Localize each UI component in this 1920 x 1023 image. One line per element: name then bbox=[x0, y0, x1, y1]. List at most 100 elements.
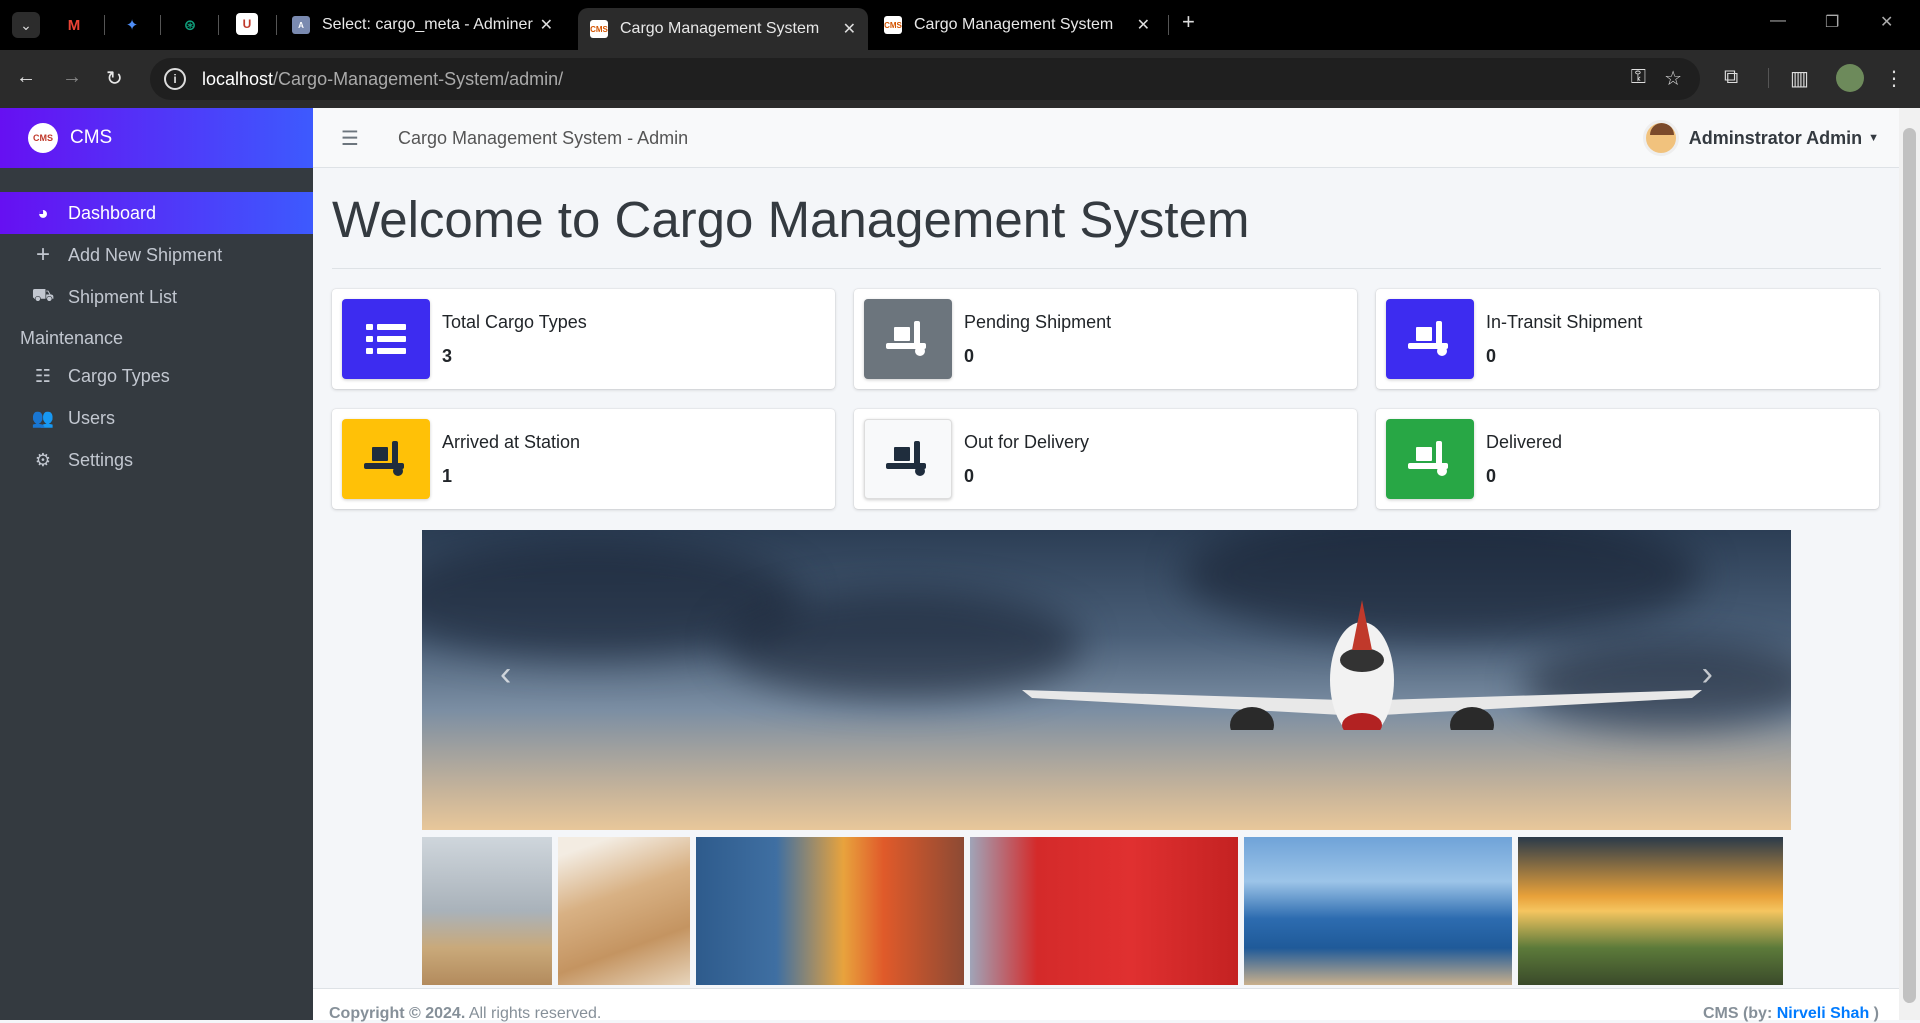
main-header: ☰ Cargo Management System - Admin Admins… bbox=[313, 108, 1899, 168]
restore-icon[interactable]: ❐ bbox=[1825, 12, 1839, 32]
side-panel-icon[interactable]: ▥ bbox=[1790, 66, 1809, 91]
brand-logo-icon: CMS bbox=[28, 123, 58, 153]
close-tab-icon[interactable]: ✕ bbox=[1137, 15, 1150, 35]
close-tab-icon[interactable]: ✕ bbox=[843, 19, 856, 39]
omnibox[interactable]: i localhost/Cargo-Management-System/admi… bbox=[150, 58, 1700, 100]
gemini-pinned-tab-icon[interactable]: ✦ bbox=[120, 13, 144, 37]
profile-avatar[interactable] bbox=[1836, 64, 1864, 92]
user-dropdown[interactable]: Adminstrator Admin ▼ bbox=[1642, 120, 1879, 156]
cms-favicon-icon: CMS bbox=[884, 16, 902, 34]
list-icon bbox=[342, 299, 430, 379]
image-carousel: ‹ › bbox=[422, 530, 1791, 830]
tab-title: Cargo Management System bbox=[620, 20, 820, 37]
sidebar-item-label: Settings bbox=[68, 449, 134, 470]
info-box-label: In-Transit Shipment bbox=[1486, 312, 1643, 332]
browser-menu-icon[interactable]: ⋮ bbox=[1884, 66, 1904, 91]
cogs-icon: ⚙ bbox=[34, 449, 52, 470]
footer-credit: CMS (by: Nirveli Shah ) bbox=[1702, 1005, 1879, 1022]
hamburger-menu-icon[interactable]: ☰ bbox=[341, 126, 359, 151]
app-title: Cargo Management System - Admin bbox=[398, 128, 689, 148]
truck-sunset-image bbox=[1518, 837, 1783, 985]
dolly-icon bbox=[864, 299, 952, 379]
tab-cargo[interactable]: CMS Cargo Management System ✕ bbox=[872, 8, 1162, 42]
dolly-icon bbox=[342, 419, 430, 499]
reload-icon[interactable]: ↻ bbox=[106, 66, 123, 91]
dolly-icon: ⛟ bbox=[31, 285, 55, 305]
sidebar-item-label: Users bbox=[68, 407, 116, 428]
site-info-icon[interactable]: i bbox=[164, 68, 186, 90]
airplane-image bbox=[1022, 600, 1702, 730]
dolly-icon bbox=[1386, 299, 1474, 379]
info-box-label: Out for Delivery bbox=[964, 432, 1090, 452]
sidebar-item-label: Add New Shipment bbox=[68, 244, 223, 265]
minimize-icon[interactable]: — bbox=[1770, 12, 1786, 30]
sidebar-item-settings[interactable]: ⚙ Settings bbox=[0, 439, 313, 481]
adminer-favicon-icon: A bbox=[292, 16, 310, 34]
dolly-icon bbox=[864, 419, 952, 499]
info-box-label: Arrived at Station bbox=[442, 432, 581, 452]
info-box-number: 0 bbox=[1486, 346, 1497, 366]
extensions-icon[interactable]: ⧉ bbox=[1724, 66, 1738, 89]
close-tab-icon[interactable]: ✕ bbox=[540, 15, 553, 35]
plus-icon: + bbox=[35, 241, 50, 268]
dolly-icon bbox=[1386, 419, 1474, 499]
sidebar-item-users[interactable]: 👥 Users bbox=[0, 397, 313, 439]
forward-icon[interactable]: → bbox=[62, 66, 82, 89]
worker-containers-image bbox=[696, 837, 964, 985]
address-bar-row: ← → ↻ i localhost/Cargo-Management-Syste… bbox=[0, 50, 1920, 108]
back-icon[interactable]: ← bbox=[16, 66, 36, 89]
info-box-number: 0 bbox=[964, 466, 975, 486]
bookmark-star-icon[interactable]: ☆ bbox=[1664, 66, 1682, 91]
brand-link[interactable]: CMS CMS bbox=[0, 108, 313, 168]
sidebar-item-cargo-types[interactable]: ☷ Cargo Types bbox=[0, 355, 313, 397]
info-box-label: Pending Shipment bbox=[964, 312, 1112, 332]
info-box-label: Delivered bbox=[1486, 432, 1563, 452]
info-box-number: 1 bbox=[442, 466, 453, 486]
th-list-icon: ☷ bbox=[34, 365, 52, 386]
author-link[interactable]: Nirveli Shah bbox=[1777, 1005, 1869, 1022]
sidebar-item-add-shipment[interactable]: + Add New Shipment bbox=[0, 234, 313, 276]
info-box-number: 0 bbox=[1486, 466, 1497, 486]
carousel-next-icon[interactable]: › bbox=[1702, 655, 1713, 694]
tab-cargo-active[interactable]: CMS Cargo Management System ✕ bbox=[578, 8, 868, 50]
sidebar-item-shipment-list[interactable]: ⛟ Shipment List bbox=[0, 276, 313, 318]
tab-search-button[interactable]: ⌄ bbox=[12, 12, 40, 38]
footer-copyright: Copyright © 2024. All rights reserved. bbox=[329, 1005, 602, 1022]
tab-title: Cargo Management System bbox=[914, 16, 1114, 33]
delivery-signature-image bbox=[970, 837, 1238, 985]
info-box-in-transit: In-Transit Shipment 0 bbox=[1376, 289, 1879, 389]
info-box-delivered: Delivered 0 bbox=[1376, 409, 1879, 509]
url-text[interactable]: localhost/Cargo-Management-System/admin/ bbox=[202, 69, 563, 90]
chatgpt-pinned-tab-icon[interactable]: ⊛ bbox=[178, 13, 202, 37]
sidebar-menu: ◕ Dashboard + Add New Shipment ⛟ Shipmen… bbox=[0, 168, 313, 481]
caret-down-icon: ▼ bbox=[1868, 132, 1879, 144]
password-key-icon[interactable]: ⚿ bbox=[1631, 66, 1646, 89]
sidebar-item-label: Dashboard bbox=[68, 202, 157, 223]
sidebar: CMS CMS ◕ Dashboard + Add New Shipment ⛟… bbox=[0, 108, 313, 1020]
divider bbox=[332, 268, 1881, 269]
sidebar-item-dashboard[interactable]: ◕ Dashboard bbox=[0, 192, 313, 234]
brand-text: CMS bbox=[70, 127, 113, 148]
info-box-pending-shipment: Pending Shipment 0 bbox=[854, 289, 1357, 389]
sidebar-item-label: Shipment List bbox=[68, 286, 178, 307]
tab-adminer[interactable]: A Select: cargo_meta - Adminer ✕ bbox=[280, 8, 565, 42]
carousel-prev-icon[interactable]: ‹ bbox=[500, 655, 511, 694]
close-window-icon[interactable]: ✕ bbox=[1880, 12, 1893, 32]
main-footer: Copyright © 2024. All rights reserved. C… bbox=[313, 988, 1899, 1022]
tachometer-icon: ◕ bbox=[37, 202, 49, 223]
shipping-container-image bbox=[1244, 837, 1512, 985]
gmail-pinned-tab-icon[interactable]: M bbox=[62, 13, 86, 37]
user-name: Adminstrator Admin bbox=[1688, 127, 1863, 148]
tab-title: Select: cargo_meta - Adminer bbox=[322, 16, 533, 33]
browser-tab-bar: ⌄ M ✦ ⊛ U A Select: cargo_meta - Adminer… bbox=[0, 0, 1920, 50]
avatar bbox=[1642, 120, 1679, 156]
info-box-label: Total Cargo Types bbox=[442, 312, 587, 332]
cardboard-boxes-image bbox=[558, 837, 690, 985]
info-box-number: 3 bbox=[442, 346, 453, 366]
sidebar-item-label: Cargo Types bbox=[68, 365, 170, 386]
page-scrollbar[interactable] bbox=[1899, 108, 1920, 1020]
thumbnail-strip bbox=[422, 837, 1791, 985]
office-boxes-image bbox=[422, 837, 552, 985]
new-tab-icon[interactable]: + bbox=[1182, 9, 1195, 35]
pinned-tab-icon[interactable]: U bbox=[236, 13, 258, 35]
